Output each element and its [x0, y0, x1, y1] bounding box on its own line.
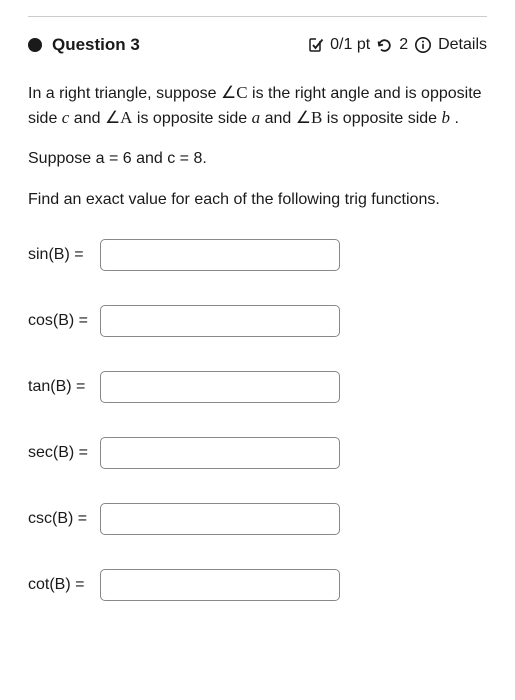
angle-c: ∠C	[221, 83, 248, 102]
submit-icon	[308, 37, 324, 53]
cot-input[interactable]	[100, 569, 340, 601]
sec-input[interactable]	[100, 437, 340, 469]
text-segment: In a right triangle, suppose	[28, 85, 221, 102]
text-segment: .	[450, 110, 459, 127]
side-b: b	[442, 108, 451, 127]
sin-label: sin(B) =	[28, 246, 92, 264]
text-segment: and	[69, 110, 105, 127]
question-title: Question 3	[52, 35, 140, 55]
text-segment: and	[260, 110, 296, 127]
header-right: 0/1 pt 2 Details	[308, 36, 487, 54]
angle-a: ∠A	[105, 108, 133, 127]
sin-row: sin(B) =	[28, 239, 487, 271]
text-segment: is opposite side	[132, 110, 251, 127]
retry-icon	[376, 37, 393, 54]
attempts-text: 2	[399, 36, 408, 54]
csc-row: csc(B) =	[28, 503, 487, 535]
problem-instruction: Find an exact value for each of the foll…	[28, 188, 487, 211]
problem-intro: In a right triangle, suppose ∠C is the r…	[28, 81, 487, 130]
sec-row: sec(B) =	[28, 437, 487, 469]
details-link[interactable]: Details	[438, 36, 487, 54]
points-text: 0/1 pt	[330, 36, 370, 54]
cos-label: cos(B) =	[28, 312, 92, 330]
csc-input[interactable]	[100, 503, 340, 535]
header-left: Question 3	[28, 35, 140, 55]
tan-label: tan(B) =	[28, 378, 92, 396]
info-icon[interactable]	[414, 36, 432, 54]
csc-label: csc(B) =	[28, 510, 92, 528]
cos-input[interactable]	[100, 305, 340, 337]
cot-label: cot(B) =	[28, 576, 92, 594]
tan-row: tan(B) =	[28, 371, 487, 403]
question-header: Question 3 0/1 pt 2	[28, 35, 487, 55]
sec-label: sec(B) =	[28, 444, 92, 462]
cos-row: cos(B) =	[28, 305, 487, 337]
side-a: a	[252, 108, 261, 127]
problem-given: Suppose a = 6 and c = 8.	[28, 150, 487, 168]
sin-input[interactable]	[100, 239, 340, 271]
angle-b: ∠B	[296, 108, 323, 127]
status-dot-icon	[28, 38, 42, 52]
question-card: Question 3 0/1 pt 2	[28, 16, 487, 601]
text-segment: is opposite side	[322, 110, 441, 127]
cot-row: cot(B) =	[28, 569, 487, 601]
tan-input[interactable]	[100, 371, 340, 403]
